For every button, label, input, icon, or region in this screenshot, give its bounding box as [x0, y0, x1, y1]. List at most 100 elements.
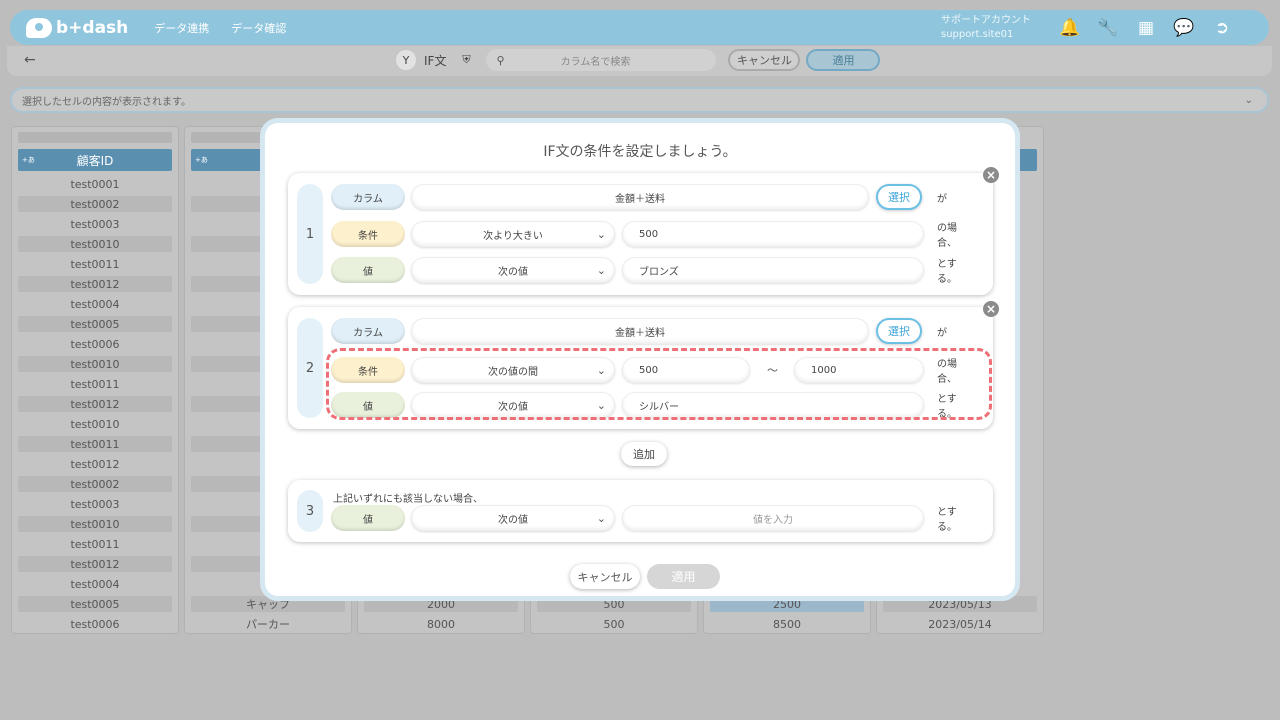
condition-label: 条件	[331, 221, 405, 247]
suffix-then: とする。	[937, 507, 957, 533]
account-name: サポートアカウント	[941, 14, 1031, 26]
select-column-button[interactable]: 選択	[876, 184, 922, 210]
close-icon[interactable]: ×	[983, 167, 999, 183]
account-info[interactable]: サポートアカウント support.site01	[941, 14, 1031, 42]
column-label: カラム	[331, 318, 405, 344]
else-block: 3 上記いずれにも該当しない場合、 値 次の値 ⌄ 値を入力 とする。	[288, 480, 993, 542]
modal-apply-button[interactable]: 適用	[647, 564, 720, 589]
table-cell[interactable]: test0012	[18, 556, 172, 572]
table-cell[interactable]: test0004	[18, 296, 172, 312]
table-cell[interactable]: test0011	[18, 256, 172, 272]
nav-data-integration[interactable]: データ連携	[154, 20, 209, 36]
block-number: 2	[297, 318, 323, 418]
modal-title: IF文の条件を設定しましょう。	[543, 144, 737, 160]
suffix-then: とする。	[937, 259, 957, 285]
block-number: 3	[297, 490, 323, 532]
table-cell[interactable]: test0012	[18, 396, 172, 412]
branch-icon: Y	[396, 50, 416, 70]
table-cell[interactable]: パーカー	[191, 616, 345, 632]
grid-icon[interactable]: ▦	[1127, 18, 1165, 38]
app-logo[interactable]: b+dash	[26, 17, 129, 38]
column-header-label: 顧客ID	[76, 153, 114, 168]
search-placeholder: カラム名で検索	[560, 56, 631, 68]
text-type-tag: +あ	[195, 156, 208, 164]
block-number: 1	[297, 184, 323, 284]
condition-value-input[interactable]: 500	[622, 221, 924, 247]
else-value-input[interactable]: 値を入力	[622, 505, 924, 531]
highlight-frame	[326, 348, 992, 420]
logout-icon[interactable]: ➲	[1203, 18, 1241, 38]
wrench-icon[interactable]: 🔧	[1089, 18, 1127, 38]
chevron-down-icon: ⌄	[596, 263, 606, 277]
condition-block-1: 1 × カラム 金額＋送料 選択 が 条件 次より大きい ⌄ 500 の場合、 …	[288, 167, 999, 295]
table-cell[interactable]: test0010	[18, 416, 172, 432]
column-label: カラム	[331, 184, 405, 210]
table-cell[interactable]: test0011	[18, 436, 172, 452]
value-input[interactable]: ブロンズ	[622, 257, 924, 283]
value-type-select[interactable]: 次の値 ⌄	[411, 505, 615, 531]
add-condition-button[interactable]: 追加	[621, 442, 667, 466]
value-type-select[interactable]: 次の値 ⌄	[411, 257, 615, 283]
table-cell[interactable]: test0006	[18, 336, 172, 352]
modal-cancel-button[interactable]: キャンセル	[570, 564, 640, 589]
bell-icon[interactable]: 🔔	[1051, 18, 1089, 38]
chevron-down-icon[interactable]: ⌄	[1245, 95, 1253, 106]
column-search-input[interactable]: ⚲ カラム名で検索	[486, 49, 717, 71]
column-field[interactable]: 金額＋送料	[411, 184, 869, 210]
table-cell[interactable]: test0003	[18, 216, 172, 232]
column-filter[interactable]	[18, 132, 172, 143]
select-column-button[interactable]: 選択	[876, 318, 922, 344]
table-cell[interactable]: test0006	[18, 616, 172, 632]
logo-mark-icon	[26, 17, 52, 38]
text-type-tag: +あ	[22, 156, 35, 164]
table-cell[interactable]: test0010	[18, 356, 172, 372]
shield-icon[interactable]: ⛨	[456, 50, 476, 70]
table-cell[interactable]: test0001	[18, 176, 172, 192]
else-note: 上記いずれにも該当しない場合、	[333, 494, 483, 505]
cell-content-text: 選択したセルの内容が表示されます。	[22, 96, 191, 108]
table-cell[interactable]: test0003	[18, 496, 172, 512]
value-label: 値	[331, 257, 405, 283]
condition-operator-value: 次より大きい	[483, 230, 543, 242]
account-id: support.site01	[941, 28, 1014, 40]
table-cell[interactable]: test0002	[18, 476, 172, 492]
table-cell[interactable]: test0005	[18, 316, 172, 332]
table-cell[interactable]: 8500	[710, 616, 864, 632]
column-field[interactable]: 金額＋送料	[411, 318, 869, 344]
grid-column-customer-id: +あ 顧客ID test0001 test0002 test0003 test0010…	[11, 126, 179, 634]
value-type-value: 次の値	[498, 514, 528, 526]
suffix-case: の場合、	[937, 223, 957, 249]
table-cell[interactable]: test0002	[18, 196, 172, 212]
table-cell[interactable]: test0011	[18, 376, 172, 392]
top-nav-bar: b+dash データ連携 データ確認 サポートアカウント support.sit…	[10, 10, 1269, 45]
value-type-value: 次の値	[498, 266, 528, 278]
table-cell[interactable]: test0010	[18, 516, 172, 532]
toolbar-apply-button[interactable]: 適用	[806, 49, 881, 71]
table-cell[interactable]: test0004	[18, 576, 172, 592]
nav-data-check[interactable]: データ確認	[231, 20, 286, 36]
value-label: 値	[331, 505, 405, 531]
toolbar-cancel-button[interactable]: キャンセル	[728, 49, 801, 71]
table-cell[interactable]: test0005	[18, 596, 172, 612]
table-cell[interactable]: 500	[537, 616, 691, 632]
table-cell[interactable]: test0010	[18, 236, 172, 252]
chevron-down-icon: ⌄	[596, 511, 606, 525]
table-cell[interactable]: test0012	[18, 456, 172, 472]
column-header[interactable]: +あ 顧客ID	[18, 149, 172, 171]
condition-operator-select[interactable]: 次より大きい ⌄	[411, 221, 615, 247]
back-arrow-icon[interactable]: ←	[24, 52, 36, 68]
search-icon: ⚲	[496, 53, 505, 67]
chat-icon[interactable]: 💬	[1165, 18, 1203, 38]
logo-text: b+dash	[56, 17, 129, 38]
table-cell[interactable]: test0012	[18, 276, 172, 292]
toolbar-title: IF文	[424, 53, 447, 68]
table-cell[interactable]: 8000	[364, 616, 518, 632]
close-icon[interactable]: ×	[983, 301, 999, 317]
chevron-down-icon: ⌄	[596, 227, 606, 241]
table-cell[interactable]: 2023/05/14	[883, 616, 1037, 632]
suffix-ga: が	[937, 193, 947, 205]
toolbar-center: Y IF文 ⛨ ⚲ カラム名で検索 キャンセル 適用	[396, 48, 881, 72]
table-cell[interactable]: test0011	[18, 536, 172, 552]
cell-content-bar[interactable]: 選択したセルの内容が表示されます。 ⌄	[10, 87, 1269, 113]
suffix-ga: が	[937, 327, 947, 339]
